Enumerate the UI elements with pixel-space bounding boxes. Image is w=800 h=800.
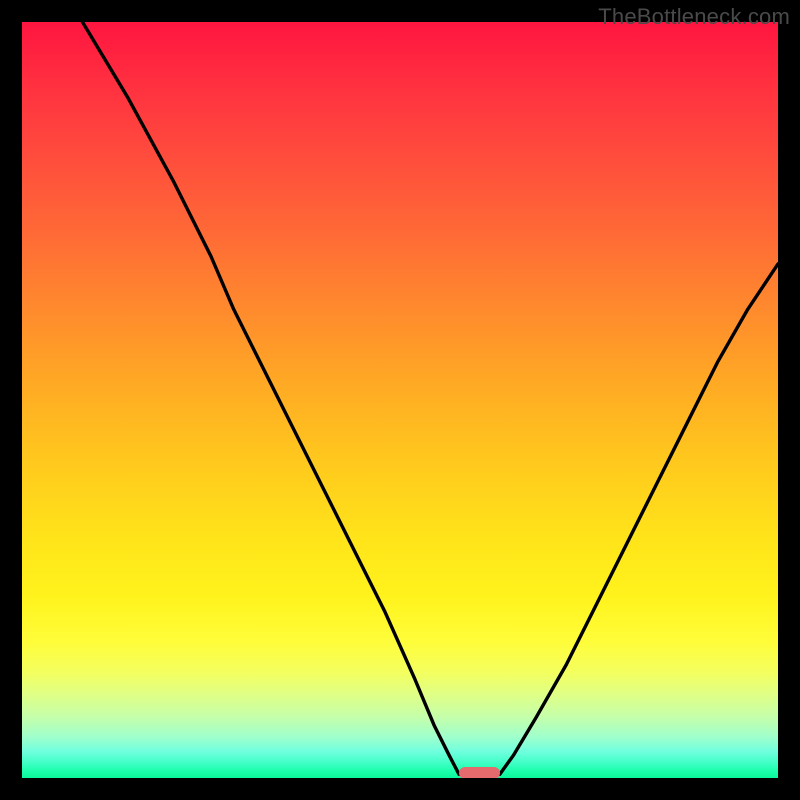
plot-area (22, 22, 778, 778)
bottleneck-curve-right (500, 264, 778, 774)
bottleneck-curve-left (82, 22, 458, 774)
watermark-text: TheBottleneck.com (598, 4, 790, 30)
bottleneck-marker (459, 767, 501, 778)
curve-overlay (22, 22, 778, 778)
chart-frame: TheBottleneck.com (0, 0, 800, 800)
